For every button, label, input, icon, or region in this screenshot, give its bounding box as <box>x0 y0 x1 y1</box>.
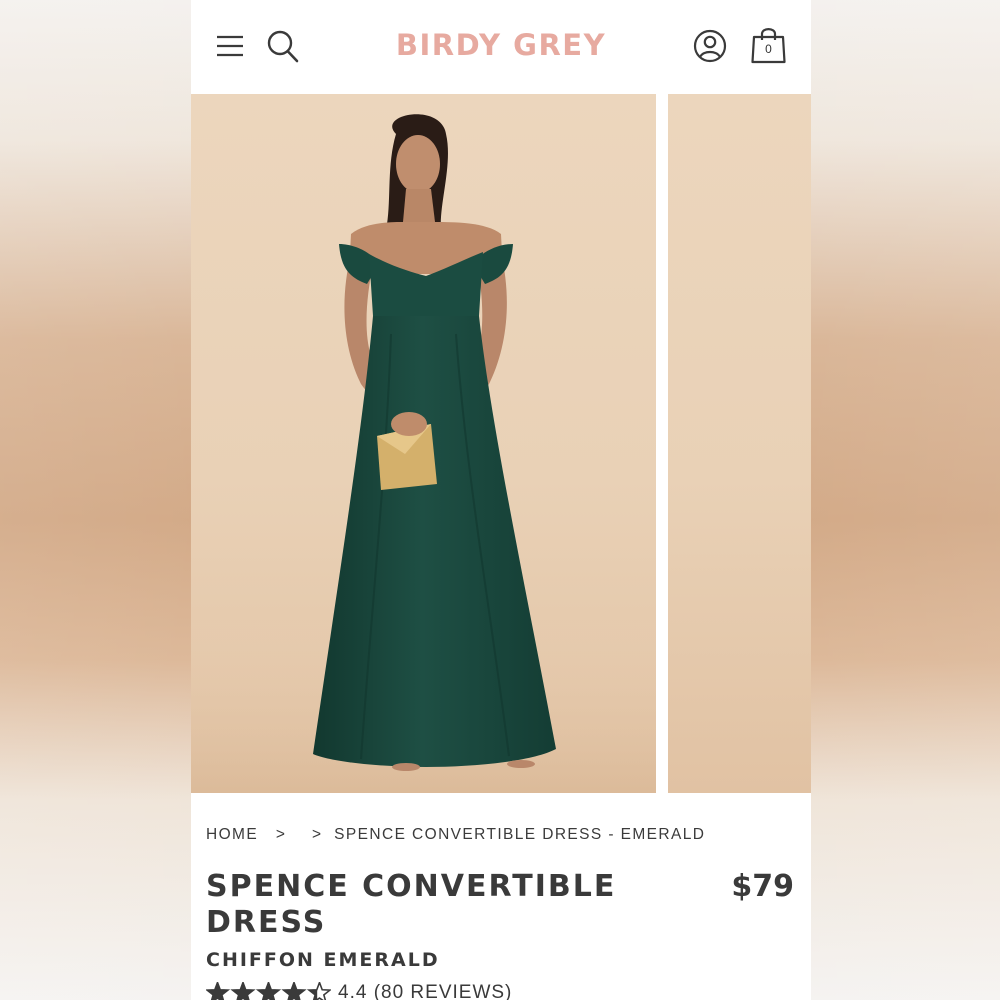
product-photo-next[interactable] <box>668 94 811 793</box>
product-price: $79 <box>731 869 794 904</box>
breadcrumb: HOME > > SPENCE CONVERTIBLE DRESS - EMER… <box>206 826 705 846</box>
star-fill-icon <box>258 982 279 1000</box>
product-variant: CHIFFON EMERALD <box>206 949 440 971</box>
star-fill-icon <box>232 982 254 1000</box>
breadcrumb-home[interactable]: HOME <box>206 826 258 844</box>
account-icon[interactable] <box>693 29 727 63</box>
rating-text[interactable]: 4.4 (80 REVIEWS) <box>338 982 512 1000</box>
model-in-dress-illustration <box>191 114 656 793</box>
breadcrumb-current: SPENCE CONVERTIBLE DRESS - EMERALD <box>334 826 706 843</box>
breadcrumb-separator: > <box>275 826 287 843</box>
product-gallery[interactable] <box>191 94 811 793</box>
cart-count: 0 <box>765 42 772 56</box>
star-fill-icon <box>207 982 228 1000</box>
rating-stars <box>206 982 331 1000</box>
breadcrumb-separator: > <box>312 826 323 843</box>
product-title: SPENCE CONVERTIBLE DRESS <box>206 869 617 940</box>
product-photo-main[interactable] <box>191 94 656 793</box>
star-fill-icon <box>283 982 305 1000</box>
shopping-bag-icon[interactable]: 0 <box>750 26 787 64</box>
site-header: BIRDY GREY 0 <box>191 0 811 94</box>
mobile-page: BIRDY GREY 0 HOME > > SPENCE CONVERTIBLE… <box>191 0 811 1000</box>
